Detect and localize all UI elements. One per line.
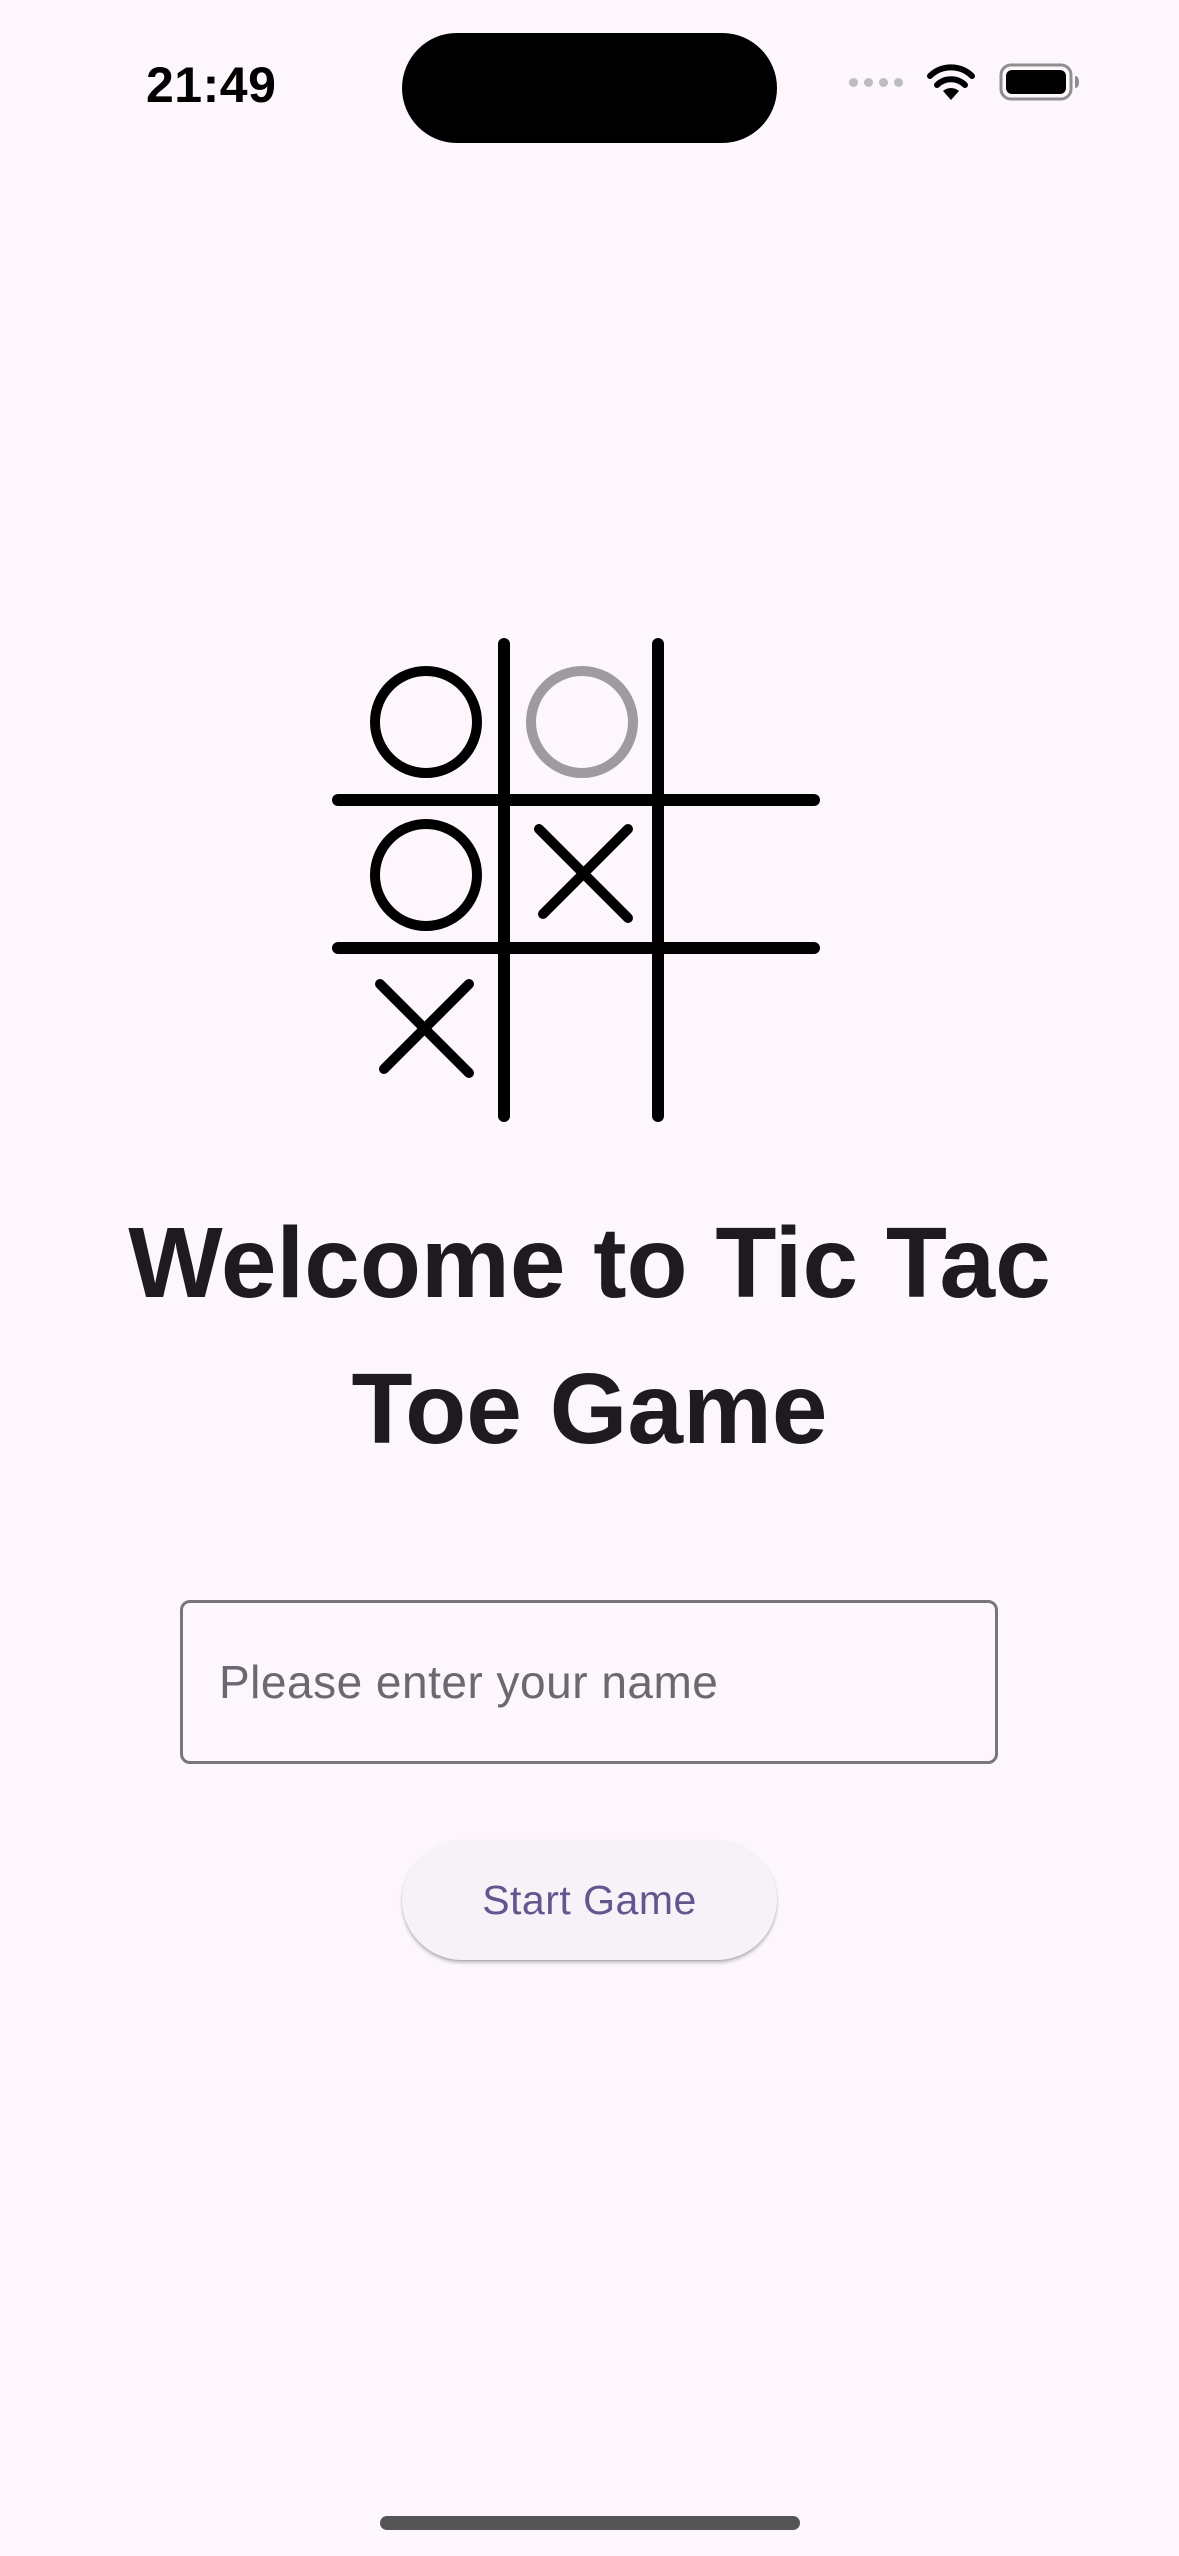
tic-tac-toe-logo <box>326 632 826 1124</box>
o-mark <box>370 819 482 931</box>
name-field[interactable] <box>180 1600 998 1764</box>
welcome-title: Welcome to Tic Tac Toe Game <box>128 1207 1051 1465</box>
status-icons <box>849 62 1081 102</box>
status-bar: 21:49 <box>0 0 1179 150</box>
start-game-button[interactable]: Start Game <box>402 1840 777 1960</box>
o-mark <box>526 666 638 778</box>
name-input[interactable] <box>183 1603 995 1761</box>
cellular-signal-icon <box>849 77 903 87</box>
battery-icon <box>999 62 1081 102</box>
status-time: 21:49 <box>146 57 277 113</box>
wifi-icon <box>925 62 977 102</box>
o-mark <box>370 666 482 778</box>
home-indicator[interactable] <box>380 2516 800 2530</box>
dynamic-island <box>402 33 777 143</box>
